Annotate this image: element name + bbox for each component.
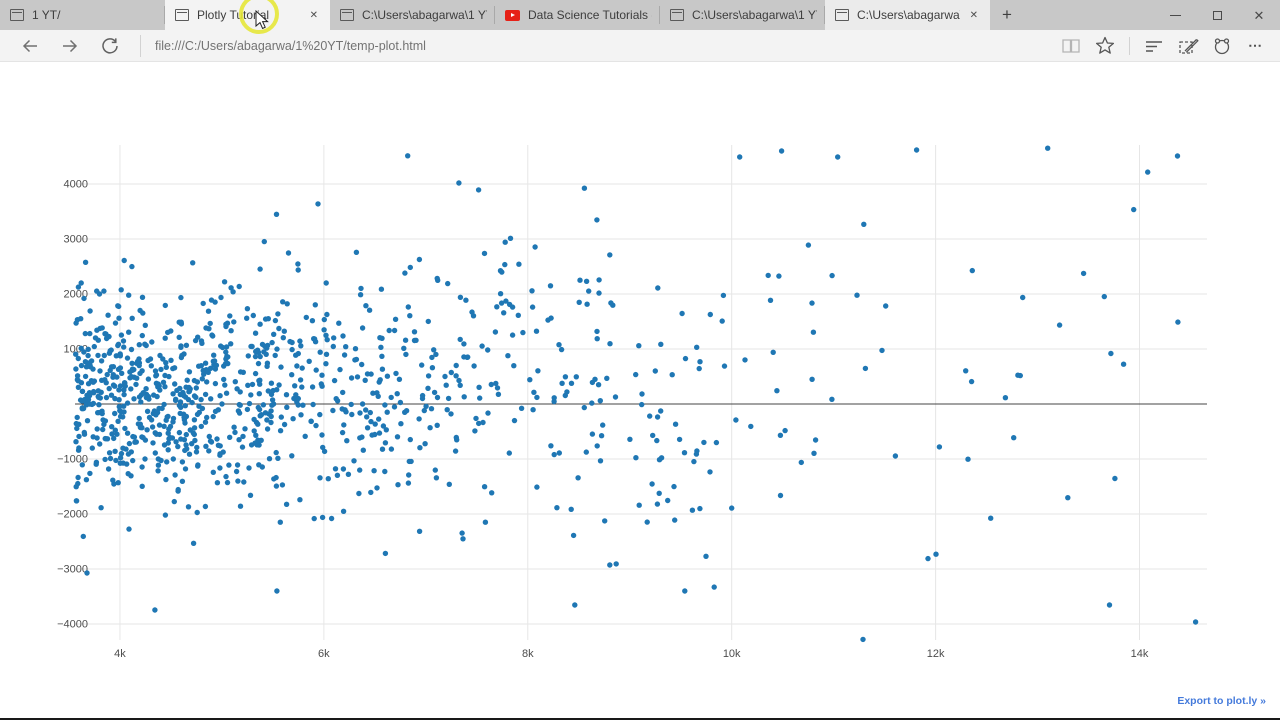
restore-icon <box>1212 8 1227 20</box>
svg-text:4000: 4000 <box>64 178 88 190</box>
tab-file-temp-2[interactable]: C:\Users\abagarwa\1 YT\ter <box>660 0 825 30</box>
more-dots-icon: ⋯ <box>1248 37 1264 53</box>
refresh-icon <box>102 37 118 54</box>
tab-1-yt[interactable]: 1 YT/ <box>0 0 165 30</box>
tab-title: C:\Users\abagarwa\1 YT\ter <box>362 8 487 22</box>
tab-title: Plotly Tutorial <box>197 8 270 22</box>
tab-title: 1 YT/ <box>32 8 61 22</box>
browser-tab-bar: 1 YT/ Plotly Tutorial ✕ C:\Users\abagarw… <box>0 0 1280 34</box>
browser-toolbar: file:///C:/Users/abagarwa/1%20YT/temp-pl… <box>0 30 1280 62</box>
page-icon <box>340 9 354 21</box>
svg-text:3000: 3000 <box>64 233 88 245</box>
web-note-pen-icon <box>1178 38 1199 54</box>
svg-text:14k: 14k <box>1131 648 1149 660</box>
tab-title: Data Science Tutorials - You <box>528 8 652 22</box>
minimize-icon <box>1169 14 1181 16</box>
svg-text:−4000: −4000 <box>57 618 88 630</box>
refresh-button[interactable] <box>90 30 130 62</box>
svg-text:8k: 8k <box>522 648 534 660</box>
youtube-icon <box>505 9 520 21</box>
tab-close-icon[interactable]: ✕ <box>966 8 982 23</box>
url-text: file:///C:/Users/abagarwa/1%20YT/temp-pl… <box>155 38 426 53</box>
star-icon <box>1095 36 1115 54</box>
forward-arrow-icon <box>63 39 78 52</box>
page-content: 4k6k8k10k12k14k−4000−3000−2000−100001000… <box>0 62 1280 718</box>
tab-file-temp-3[interactable]: C:\Users\abagarwa\1 Y1 ✕ <box>825 0 990 30</box>
favorites-button[interactable] <box>1091 30 1119 62</box>
forward-button[interactable] <box>50 30 90 62</box>
tab-title: C:\Users\abagarwa\1 YT\ter <box>692 8 817 22</box>
page-icon <box>175 9 189 21</box>
tab-youtube-data-science[interactable]: Data Science Tutorials - You <box>495 0 660 30</box>
restore-button[interactable] <box>1196 0 1238 30</box>
page-icon <box>835 9 849 21</box>
hub-lines-icon <box>1146 40 1162 52</box>
page-icon <box>670 9 684 21</box>
back-arrow-icon <box>22 39 37 52</box>
share-icon <box>1214 37 1230 54</box>
tab-plotly-tutorial[interactable]: Plotly Tutorial ✕ <box>165 0 330 30</box>
close-button[interactable]: ✕ <box>1238 0 1280 30</box>
reading-view-book-icon <box>1062 38 1080 53</box>
svg-text:12k: 12k <box>927 648 945 660</box>
export-to-plotly-link[interactable]: Export to plot.ly » <box>1177 695 1266 707</box>
svg-text:−2000: −2000 <box>57 508 88 520</box>
close-icon: ✕ <box>1253 7 1265 23</box>
back-button[interactable] <box>10 30 50 62</box>
web-note-button[interactable] <box>1174 30 1202 62</box>
hub-button[interactable] <box>1140 30 1168 62</box>
svg-text:−3000: −3000 <box>57 563 88 575</box>
minimize-button[interactable] <box>1154 0 1196 30</box>
toolbar-divider <box>1129 36 1130 55</box>
new-tab-button[interactable]: + <box>990 0 1024 30</box>
toolbar-actions: ⋯ <box>1051 30 1270 62</box>
scatter-plot[interactable]: 4k6k8k10k12k14k−4000−3000−2000−100001000… <box>0 62 1280 713</box>
tab-file-temp-1[interactable]: C:\Users\abagarwa\1 YT\ter <box>330 0 495 30</box>
page-icon <box>10 9 24 21</box>
reading-view-button[interactable] <box>1057 30 1085 62</box>
tab-close-icon[interactable]: ✕ <box>306 8 322 23</box>
tab-title: C:\Users\abagarwa\1 Y1 <box>857 8 960 22</box>
share-button[interactable] <box>1208 30 1236 62</box>
svg-text:6k: 6k <box>318 648 330 660</box>
svg-text:4k: 4k <box>114 648 126 660</box>
address-bar[interactable]: file:///C:/Users/abagarwa/1%20YT/temp-pl… <box>140 34 1051 57</box>
svg-text:10k: 10k <box>723 648 741 660</box>
window-controls: ✕ <box>1154 0 1280 30</box>
more-options-button[interactable]: ⋯ <box>1242 30 1270 62</box>
